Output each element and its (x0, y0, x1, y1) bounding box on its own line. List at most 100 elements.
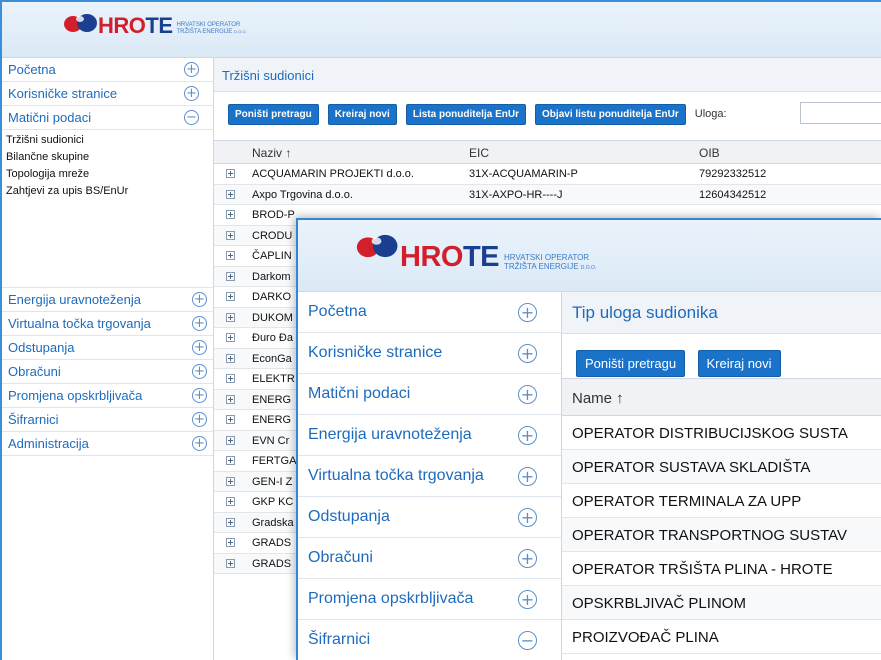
plus-square-icon[interactable] (226, 476, 235, 486)
plus-circle-icon[interactable]: + (518, 589, 537, 609)
sidebar-item-promjena-opskrbljivaca[interactable]: Promjena opskrbljivača + (298, 579, 561, 620)
plus-square-icon[interactable] (226, 394, 235, 404)
cell-eic: 31X-ACQUAMARIN-P (469, 168, 578, 180)
plus-square-icon[interactable] (226, 292, 235, 301)
plus-square-icon[interactable] (226, 538, 235, 547)
sidebar-item-obracuni[interactable]: Obračuni + (2, 360, 213, 384)
sidebar-item-energija-uravnotezenja[interactable]: Energija uravnoteženja + (2, 288, 213, 312)
plus-square-icon[interactable] (226, 435, 235, 445)
plus-circle-icon[interactable]: + (518, 548, 537, 568)
table-row[interactable]: OPERATOR TERMINALA ZA UPP (562, 484, 881, 518)
column-oib[interactable]: OIB (699, 146, 720, 160)
sidebar-item-administracija[interactable]: Administracija + (2, 432, 213, 456)
sidebar-item-label: Promjena opskrbljivača (8, 388, 143, 403)
sidebar-item-pocetna[interactable]: Početna + (2, 58, 213, 82)
cell-name: Đuro Đa (252, 332, 293, 344)
sidebar-item-obracuni[interactable]: Obračuni + (298, 538, 561, 579)
reset-search-button[interactable]: Poništi pretragu (576, 350, 686, 377)
table-row[interactable]: OPERATOR DISTRIBUCIJSKOG SUSTA (562, 416, 881, 450)
plus-circle-icon[interactable]: + (192, 316, 207, 331)
grid-header: Name ↑ (562, 378, 881, 416)
plus-circle-icon[interactable]: + (192, 340, 207, 355)
minus-circle-icon[interactable]: − (518, 630, 537, 650)
plus-square-icon[interactable] (226, 456, 235, 465)
plus-square-icon[interactable] (226, 271, 235, 281)
sidebar-item-label: Administracija (8, 436, 89, 451)
sidebar-item-label: Šifrarnici (8, 412, 59, 427)
brand-tagline: HRVATSKI OPERATOR TRŽIŠTA ENERGIJE d.o.o. (504, 253, 597, 271)
cell-name: GEN-I Z (252, 475, 293, 488)
plus-circle-icon[interactable]: + (518, 343, 537, 363)
plus-circle-icon[interactable]: + (518, 507, 537, 527)
reset-search-button[interactable]: Poništi pretragu (228, 104, 319, 125)
sidebar-item-maticni-podaci[interactable]: Matični podaci − (2, 106, 213, 130)
plus-square-icon[interactable] (226, 374, 235, 383)
table-row[interactable]: OPSKRBLJIVAČ PLINOM (562, 586, 881, 620)
plus-square-icon[interactable] (226, 333, 235, 342)
plus-square-icon[interactable] (226, 169, 235, 178)
role-input[interactable] (800, 102, 881, 124)
sidebar-item-korisnicke-stranice[interactable]: Korisničke stranice + (2, 82, 213, 106)
plus-circle-icon[interactable]: + (192, 436, 207, 451)
plus-square-icon[interactable] (226, 497, 235, 506)
sidebar-item-korisnicke-stranice[interactable]: Korisničke stranice + (298, 333, 561, 374)
sidebar-item-maticni-podaci[interactable]: Matični podaci + (298, 374, 561, 415)
submenu-item-zahtjevi-za-upis-bs-enur[interactable]: Zahtjevi za upis BS/EnUr (2, 185, 213, 202)
table-row[interactable]: OPERATOR TRANSPORTNOG SUSTAV (562, 518, 881, 552)
plus-square-icon[interactable] (226, 517, 235, 527)
plus-square-icon[interactable] (226, 558, 235, 568)
cell-name: Gradska (252, 516, 294, 529)
plus-square-icon[interactable] (226, 210, 235, 219)
column-name[interactable]: Name ↑ (572, 390, 624, 407)
sidebar-item-label: Energija uravnoteženja (8, 292, 141, 307)
submenu-item-topologija-mreze[interactable]: Topologija mreže (2, 168, 213, 185)
submenu-item-bilancne-skupine[interactable]: Bilančne skupine (2, 151, 213, 168)
sidebar-item-virtualna-tocka-trgovanja[interactable]: Virtualna točka trgovanja + (298, 456, 561, 497)
plus-square-icon[interactable] (226, 312, 235, 322)
publish-bidders-button[interactable]: Objavi listu ponuditelja EnUr (535, 104, 686, 125)
plus-square-icon[interactable] (226, 415, 235, 424)
plus-circle-icon[interactable]: + (518, 466, 537, 486)
sidebar-item-odstupanja[interactable]: Odstupanja + (2, 336, 213, 360)
sidebar-item-odstupanja[interactable]: Odstupanja + (298, 497, 561, 538)
sidebar-item-label: Obračuni (8, 364, 61, 379)
plus-square-icon[interactable] (226, 189, 235, 199)
plus-circle-icon[interactable]: + (518, 384, 537, 404)
sidebar-item-sifrarnici[interactable]: Šifrarnici − (298, 620, 561, 660)
table-row[interactable]: PROIZVOĐAČ PLINA (562, 620, 881, 654)
plus-square-icon[interactable] (226, 230, 235, 240)
table-row[interactable]: Axpo Trgovina d.o.o. 31X-AXPO-HR----J 1260… (214, 184, 881, 205)
create-new-button[interactable]: Kreiraj novi (697, 350, 781, 377)
minus-circle-icon[interactable]: − (184, 110, 199, 125)
plus-square-icon[interactable] (226, 353, 235, 363)
cell-name: CRODU (252, 229, 293, 242)
sidebar-item-promjena-opskrbljivaca[interactable]: Promjena opskrbljivača + (2, 384, 213, 408)
bidders-list-button[interactable]: Lista ponuditelja EnUr (405, 104, 526, 125)
plus-circle-icon[interactable]: + (192, 364, 207, 379)
plus-circle-icon[interactable]: + (184, 86, 199, 101)
table-row[interactable]: ACQUAMARIN PROJEKTI d.o.o. 31X-ACQUAMARIN… (214, 164, 881, 185)
plus-circle-icon[interactable]: + (192, 388, 207, 403)
plus-circle-icon[interactable]: + (192, 292, 207, 307)
sidebar: Početna + Korisničke stranice + Matični poda… (2, 58, 214, 660)
cell-name: ENERG (252, 414, 292, 426)
submenu-maticni-podaci: Tržišni sudionici Bilančne skupine Topolog… (2, 130, 213, 288)
role-label: Uloga: (694, 108, 727, 120)
create-new-button[interactable]: Kreiraj novi (327, 104, 397, 125)
table-row[interactable]: OPERATOR TRŠIŠTA PLINA - HROTE (562, 552, 881, 586)
plus-square-icon[interactable] (226, 251, 235, 260)
logo-mark-icon (356, 234, 398, 258)
sidebar-item-energija-uravnotezenja[interactable]: Energija uravnoteženja + (298, 415, 561, 456)
column-eic[interactable]: EIC (469, 146, 489, 160)
sidebar-item-sifrarnici[interactable]: Šifrarnici + (2, 408, 213, 432)
plus-circle-icon[interactable]: + (184, 62, 199, 77)
plus-circle-icon[interactable]: + (192, 412, 207, 427)
submenu-item-trzisni-sudionici[interactable]: Tržišni sudionici (2, 134, 213, 151)
cell-name: BROD-P (252, 209, 295, 221)
sidebar-item-virtualna-tocka-trgovanja[interactable]: Virtualna točka trgovanja + (2, 312, 213, 336)
table-row[interactable]: OPERATOR SUSTAVA SKLADIŠTA (562, 450, 881, 484)
plus-circle-icon[interactable]: + (518, 302, 537, 322)
column-name[interactable]: Naziv ↑ (252, 146, 291, 160)
sidebar-item-pocetna[interactable]: Početna + (298, 292, 561, 333)
plus-circle-icon[interactable]: + (518, 425, 537, 445)
